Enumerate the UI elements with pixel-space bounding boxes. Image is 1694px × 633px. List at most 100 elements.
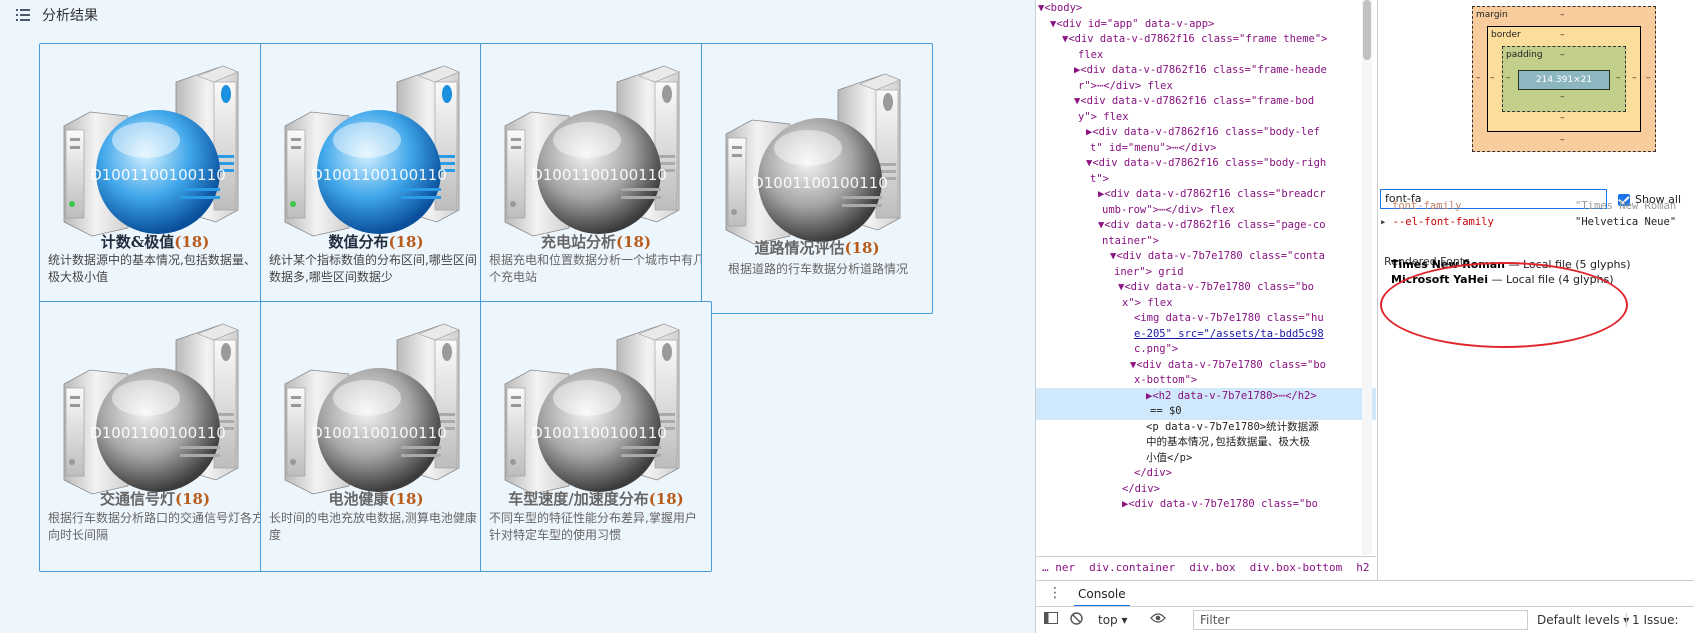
server-globe-icon: D1001100100110 — [63, 65, 239, 237]
analysis-card[interactable]: D1001100100110 充电站分析(18) 根据充电和位置数据分析一个城市中… — [480, 43, 712, 314]
analysis-card[interactable]: D1001100100110 计数&极值(18) 统计数据源中的基本情况,包括数据… — [39, 43, 271, 314]
analysis-card[interactable]: D1001100100110 道路情况评估(18) 根据道路的行车数据分析道路情况 — [701, 43, 933, 314]
breadcrumb-item[interactable]: div.box-bottom — [1250, 561, 1343, 574]
card-title-text: 电池健康 — [328, 490, 389, 508]
card-count: (18) — [174, 490, 211, 508]
prop-value: "Helvetica Neue" — [1575, 216, 1677, 228]
breadcrumb-item[interactable]: div.box — [1189, 561, 1235, 574]
breadcrumb-item[interactable]: … ner — [1042, 561, 1075, 574]
card-count: (18) — [844, 239, 880, 257]
dom-tree-text: ▶<div data-v-d7862f16 class="breadcr — [1098, 188, 1326, 200]
dom-tree-line[interactable]: ▼<div id="app" data-v-app> — [1036, 16, 1376, 33]
dom-tree-line[interactable]: flex — [1036, 47, 1376, 64]
dom-tree-line[interactable]: <p data-v-7b7e1780>统计数据源 — [1036, 419, 1376, 436]
dom-tree-line[interactable]: == $0 — [1036, 403, 1376, 420]
red-highlight-ellipse — [1380, 262, 1628, 348]
issues-button[interactable]: 1 Issue: — [1626, 613, 1679, 627]
console-toolbar: top ▾ Filter Default levels ▾ 1 Issue: — [1036, 606, 1694, 633]
dom-tree-line[interactable]: ▶<div data-v-d7862f16 class="frame-heade — [1036, 62, 1376, 79]
border-bottom-value: – — [1560, 113, 1565, 123]
dom-tree-line[interactable]: <img data-v-7b7e1780 class="hu — [1036, 310, 1376, 327]
dom-tree-line[interactable]: ntainer"> — [1036, 233, 1376, 250]
dom-tree-line[interactable]: ▼<div data-v-d7862f16 class="frame theme… — [1036, 31, 1376, 48]
console-drawer-bar: ⋮ Console — [1036, 580, 1694, 607]
dom-tree-text: ▼<div data-v-d7862f16 class="frame theme… — [1062, 33, 1328, 45]
dom-tree-line[interactable]: ▼<div data-v-d7862f16 class="body-righ — [1036, 155, 1376, 172]
elements-scrollbar[interactable] — [1362, 0, 1372, 555]
dom-tree-line[interactable]: ▶<h2 data-v-7b7e1780>⋯</h2> — [1036, 387, 1376, 405]
expand-arrow-icon[interactable]: ▸ — [1380, 216, 1393, 228]
dom-tree-line[interactable]: ▶<div data-v-7b7e1780 class="bo — [1036, 496, 1376, 513]
border-top-value: – — [1560, 30, 1565, 40]
dom-tree-line[interactable]: ▼<div data-v-7b7e1780 class="bo — [1036, 357, 1376, 374]
dom-tree-line[interactable]: ▼<div data-v-d7862f16 class="frame-bod — [1036, 93, 1376, 110]
dom-tree-line[interactable]: ▶<div data-v-d7862f16 class="body-lef — [1036, 124, 1376, 141]
prop-name: font-family — [1392, 200, 1462, 212]
dom-tree-line[interactable]: ▼<div data-v-7b7e1780 class="conta — [1036, 248, 1376, 265]
dom-tree-text: t" id="menu">⋯</div> — [1090, 141, 1217, 154]
dom-tree-line[interactable]: c.png"> — [1036, 341, 1376, 358]
tab-console[interactable]: Console — [1074, 581, 1130, 607]
margin-right-value: – — [1646, 73, 1651, 83]
sidebar-toggle-icon[interactable] — [1044, 612, 1058, 627]
breadcrumb: … ner div.container div.box div.box-bottom h… — [1036, 556, 1376, 580]
breadcrumb-item[interactable]: div.container — [1089, 561, 1175, 574]
border-label: border — [1491, 30, 1521, 40]
clear-console-icon[interactable] — [1070, 612, 1083, 628]
dom-tree-text: e-205" src="/assets/ta-bdd5c98 — [1134, 327, 1324, 340]
dom-tree-line[interactable]: ▼<body> — [1036, 0, 1376, 17]
dom-tree-line[interactable]: y"> flex — [1036, 109, 1376, 126]
eye-icon[interactable] — [1150, 612, 1166, 627]
dom-tree-text: ntainer"> — [1102, 234, 1159, 247]
card-count: (18) — [174, 233, 210, 251]
dom-tree-text: t"> — [1090, 172, 1109, 185]
analysis-card[interactable]: D1001100100110 电池健康(18) 长时间的电池充放电数据,测算电池健… — [260, 301, 492, 572]
card-title-text: 车型速度/加速度分布 — [508, 490, 649, 508]
prop-name: --el-font-family — [1392, 216, 1494, 228]
console-filter-input[interactable]: Filter — [1193, 610, 1528, 630]
dom-tree-line[interactable]: ▼<div data-v-7b7e1780 class="bo — [1036, 279, 1376, 296]
scroll-thumb[interactable] — [1363, 0, 1371, 60]
dom-tree-line[interactable]: umb-row">⋯</div> flex — [1036, 202, 1376, 219]
computed-prop-el-font-family[interactable]: ▸ --el-font-family "Helvetica Neue" — [1380, 216, 1676, 228]
dom-tree-line[interactable]: r">⋯</div> flex — [1036, 78, 1376, 95]
dom-tree-text: flex — [1078, 48, 1104, 61]
dom-tree-text: ▼<div id="app" data-v-app> — [1050, 17, 1215, 30]
svg-text:D1001100100110: D1001100100110 — [90, 424, 226, 442]
breadcrumb-item[interactable]: h2 — [1356, 561, 1369, 574]
dom-tree-line[interactable]: e-205" src="/assets/ta-bdd5c98 — [1036, 326, 1376, 343]
svg-text:D1001100100110: D1001100100110 — [531, 166, 667, 184]
card-title: 车型速度/加速度分布(18) — [481, 488, 711, 509]
card-title: 计数&极值(18) — [40, 231, 270, 252]
dom-tree-text: ▶<div data-v-d7862f16 class="body-lef — [1086, 126, 1320, 138]
context-select[interactable]: top ▾ — [1098, 613, 1128, 627]
issues-label: 1 Issue: — [1632, 613, 1679, 627]
dom-tree-line[interactable]: ▼<div data-v-d7862f16 class="page-co — [1036, 217, 1376, 234]
elements-tree[interactable]: ▼<body> ▼<div id="app" data-v-app> ▼<div d… — [1036, 0, 1376, 555]
dom-tree-line[interactable]: 中的基本情况,包括数据量、极大极 — [1036, 434, 1376, 451]
computed-prop-font-family[interactable]: font-family "Times New Roman — [1392, 200, 1676, 212]
dom-tree-line[interactable]: </div> — [1036, 465, 1376, 482]
dom-tree-line[interactable]: ▶<div data-v-d7862f16 class="breadcr — [1036, 186, 1376, 203]
dom-tree-line[interactable]: t"> — [1036, 171, 1376, 188]
page-header: 分析结果 — [16, 6, 98, 24]
svg-text:D1001100100110: D1001100100110 — [90, 166, 226, 184]
analysis-card[interactable]: D1001100100110 数值分布(18) 统计某个指标数值的分布区间,哪些区… — [260, 43, 492, 314]
dom-tree-line[interactable]: x"> flex — [1036, 295, 1376, 312]
dom-tree-text: y"> flex — [1078, 110, 1129, 123]
svg-text:D1001100100110: D1001100100110 — [531, 424, 667, 442]
analysis-card[interactable]: D1001100100110 交通信号灯(18) 根据行车数据分析路口的交通信号灯… — [39, 301, 271, 572]
dom-tree-line[interactable]: t" id="menu">⋯</div> — [1036, 140, 1376, 157]
more-icon[interactable]: ⋮ — [1048, 585, 1062, 601]
dom-tree-line[interactable]: x-bottom"> — [1036, 372, 1376, 389]
dom-tree-text: ▶<div data-v-7b7e1780 class="bo — [1122, 498, 1318, 510]
levels-select[interactable]: Default levels ▾ — [1537, 613, 1629, 627]
dom-tree-line[interactable]: iner"> grid — [1036, 264, 1376, 281]
dom-tree-line[interactable]: </div> — [1036, 481, 1376, 498]
analysis-card[interactable]: D1001100100110 车型速度/加速度分布(18) 不同车型的特征性能分布… — [480, 301, 712, 572]
svg-text:D1001100100110: D1001100100110 — [752, 174, 888, 192]
dom-tree-text: ▼<body> — [1038, 2, 1083, 14]
dom-tree-text: ▼<div data-v-7b7e1780 class="bo — [1130, 358, 1326, 371]
dom-tree-line[interactable]: 小值</p> — [1036, 450, 1376, 467]
menu-icon[interactable] — [16, 9, 30, 21]
